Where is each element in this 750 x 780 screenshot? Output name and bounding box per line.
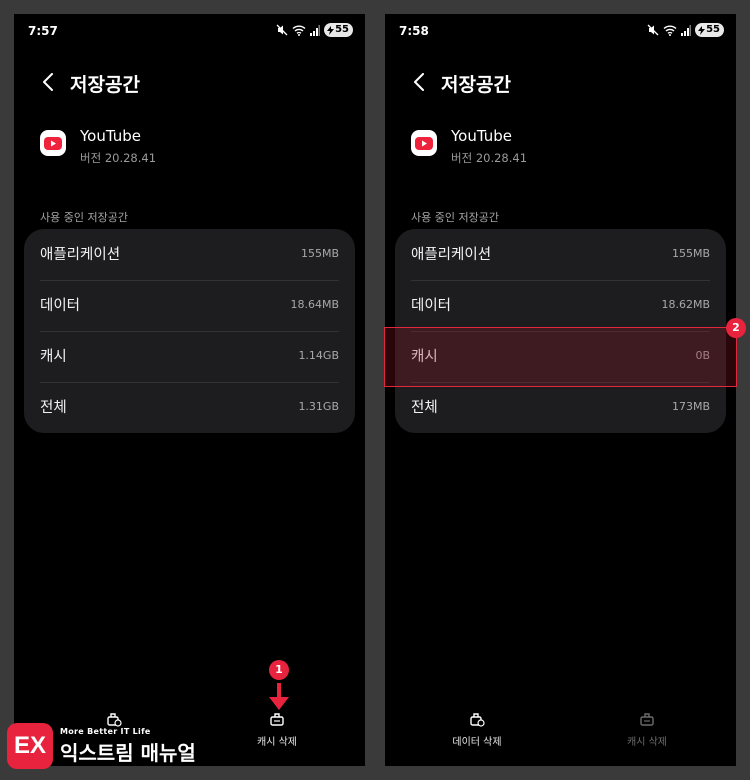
- storage-row-total: 전체 173MB: [411, 382, 710, 433]
- header: 저장공간: [14, 64, 365, 100]
- status-bar: 7:58 55: [385, 14, 736, 48]
- section-label: 사용 중인 저장공간: [411, 211, 499, 224]
- status-icons: 55: [276, 23, 353, 37]
- logo-mark: EX: [7, 723, 53, 769]
- row-value: 1.31GB: [298, 400, 339, 413]
- youtube-logo-icon: [44, 136, 62, 150]
- status-time: 7:57: [28, 24, 58, 38]
- youtube-logo-icon: [415, 136, 433, 150]
- clear-data-button[interactable]: 데이터 삭제: [417, 710, 537, 756]
- row-label: 애플리케이션: [411, 247, 492, 263]
- logo-name: 익스트림 매뉴얼: [60, 740, 196, 765]
- back-button[interactable]: [34, 68, 62, 96]
- row-label: 데이터: [411, 298, 452, 314]
- row-label: 데이터: [40, 298, 81, 314]
- clear-data-icon: [470, 713, 485, 727]
- row-value: 173MB: [671, 400, 710, 413]
- wifi-icon: [663, 25, 677, 36]
- logo-tagline: More Better IT Life: [60, 726, 151, 736]
- storage-row-total: 전체 1.31GB: [40, 382, 339, 433]
- row-value: 155MB: [300, 247, 339, 260]
- mute-icon: [276, 24, 288, 36]
- step-badge-1: 1: [269, 660, 289, 680]
- battery-indicator: 55: [695, 23, 724, 37]
- storage-row-application: 애플리케이션 155MB: [40, 229, 339, 280]
- site-logo: EX More Better IT Life 익스트림 매뉴얼: [7, 721, 196, 771]
- row-label: 캐시: [40, 349, 67, 365]
- page-title: 저장공간: [70, 74, 140, 96]
- youtube-app-icon: [411, 130, 437, 156]
- storage-card: 애플리케이션 155MB 데이터 18.64MB 캐시 1.14GB 전체 1.…: [24, 229, 355, 433]
- status-icons: 55: [647, 23, 724, 37]
- signal-icon: [681, 24, 692, 36]
- wifi-icon: [292, 25, 306, 36]
- phone-screen-after: 7:58 55 저장공간 YouTube 버전 20.28.41 사용 중인 저…: [385, 14, 736, 766]
- cache-row-highlight: [384, 327, 737, 387]
- status-time: 7:58: [399, 24, 429, 38]
- phone-screen-before: 7:57 55 저장공간 YouTube 버전 20.28.41 사용 중인 저…: [14, 14, 365, 766]
- battery-level: 55: [335, 24, 349, 35]
- status-bar: 7:57 55: [14, 14, 365, 48]
- mute-icon: [647, 24, 659, 36]
- clear-cache-icon: [270, 713, 284, 726]
- logo-text: More Better IT Life 익스트림 매뉴얼: [60, 727, 196, 766]
- step-badge-2: 2: [726, 318, 746, 338]
- back-button[interactable]: [405, 68, 433, 96]
- clear-cache-label: 캐시 삭제: [257, 737, 297, 748]
- section-label: 사용 중인 저장공간: [40, 211, 128, 224]
- page-title: 저장공간: [441, 74, 511, 96]
- clear-cache-icon: [640, 713, 654, 726]
- chevron-left-icon: [414, 73, 424, 91]
- app-name: YouTube: [80, 127, 141, 145]
- storage-row-data: 데이터 18.64MB: [40, 280, 339, 331]
- battery-indicator: 55: [324, 23, 353, 37]
- charging-icon: [698, 25, 706, 35]
- storage-row-application: 애플리케이션 155MB: [411, 229, 710, 280]
- battery-level: 55: [706, 24, 720, 35]
- clear-data-label: 데이터 삭제: [452, 737, 502, 748]
- charging-icon: [327, 25, 335, 35]
- youtube-app-icon: [40, 130, 66, 156]
- row-value: 18.64MB: [290, 298, 339, 311]
- down-arrow-icon: [269, 683, 289, 710]
- signal-icon: [310, 24, 321, 36]
- storage-row-data: 데이터 18.62MB: [411, 280, 710, 331]
- clear-cache-button[interactable]: 캐시 삭제: [217, 710, 337, 756]
- clear-cache-label: 캐시 삭제: [627, 737, 667, 748]
- app-name: YouTube: [451, 127, 512, 145]
- app-version: 버전 20.28.41: [80, 151, 157, 165]
- row-value: 1.14GB: [298, 349, 339, 362]
- row-label: 전체: [40, 400, 67, 416]
- row-label: 전체: [411, 400, 438, 416]
- app-version: 버전 20.28.41: [451, 151, 528, 165]
- storage-row-cache: 캐시 1.14GB: [40, 331, 339, 382]
- row-label: 애플리케이션: [40, 247, 121, 263]
- row-value: 18.62MB: [661, 298, 710, 311]
- chevron-left-icon: [43, 73, 53, 91]
- header: 저장공간: [385, 64, 736, 100]
- row-value: 155MB: [671, 247, 710, 260]
- clear-cache-button[interactable]: 캐시 삭제: [587, 710, 707, 756]
